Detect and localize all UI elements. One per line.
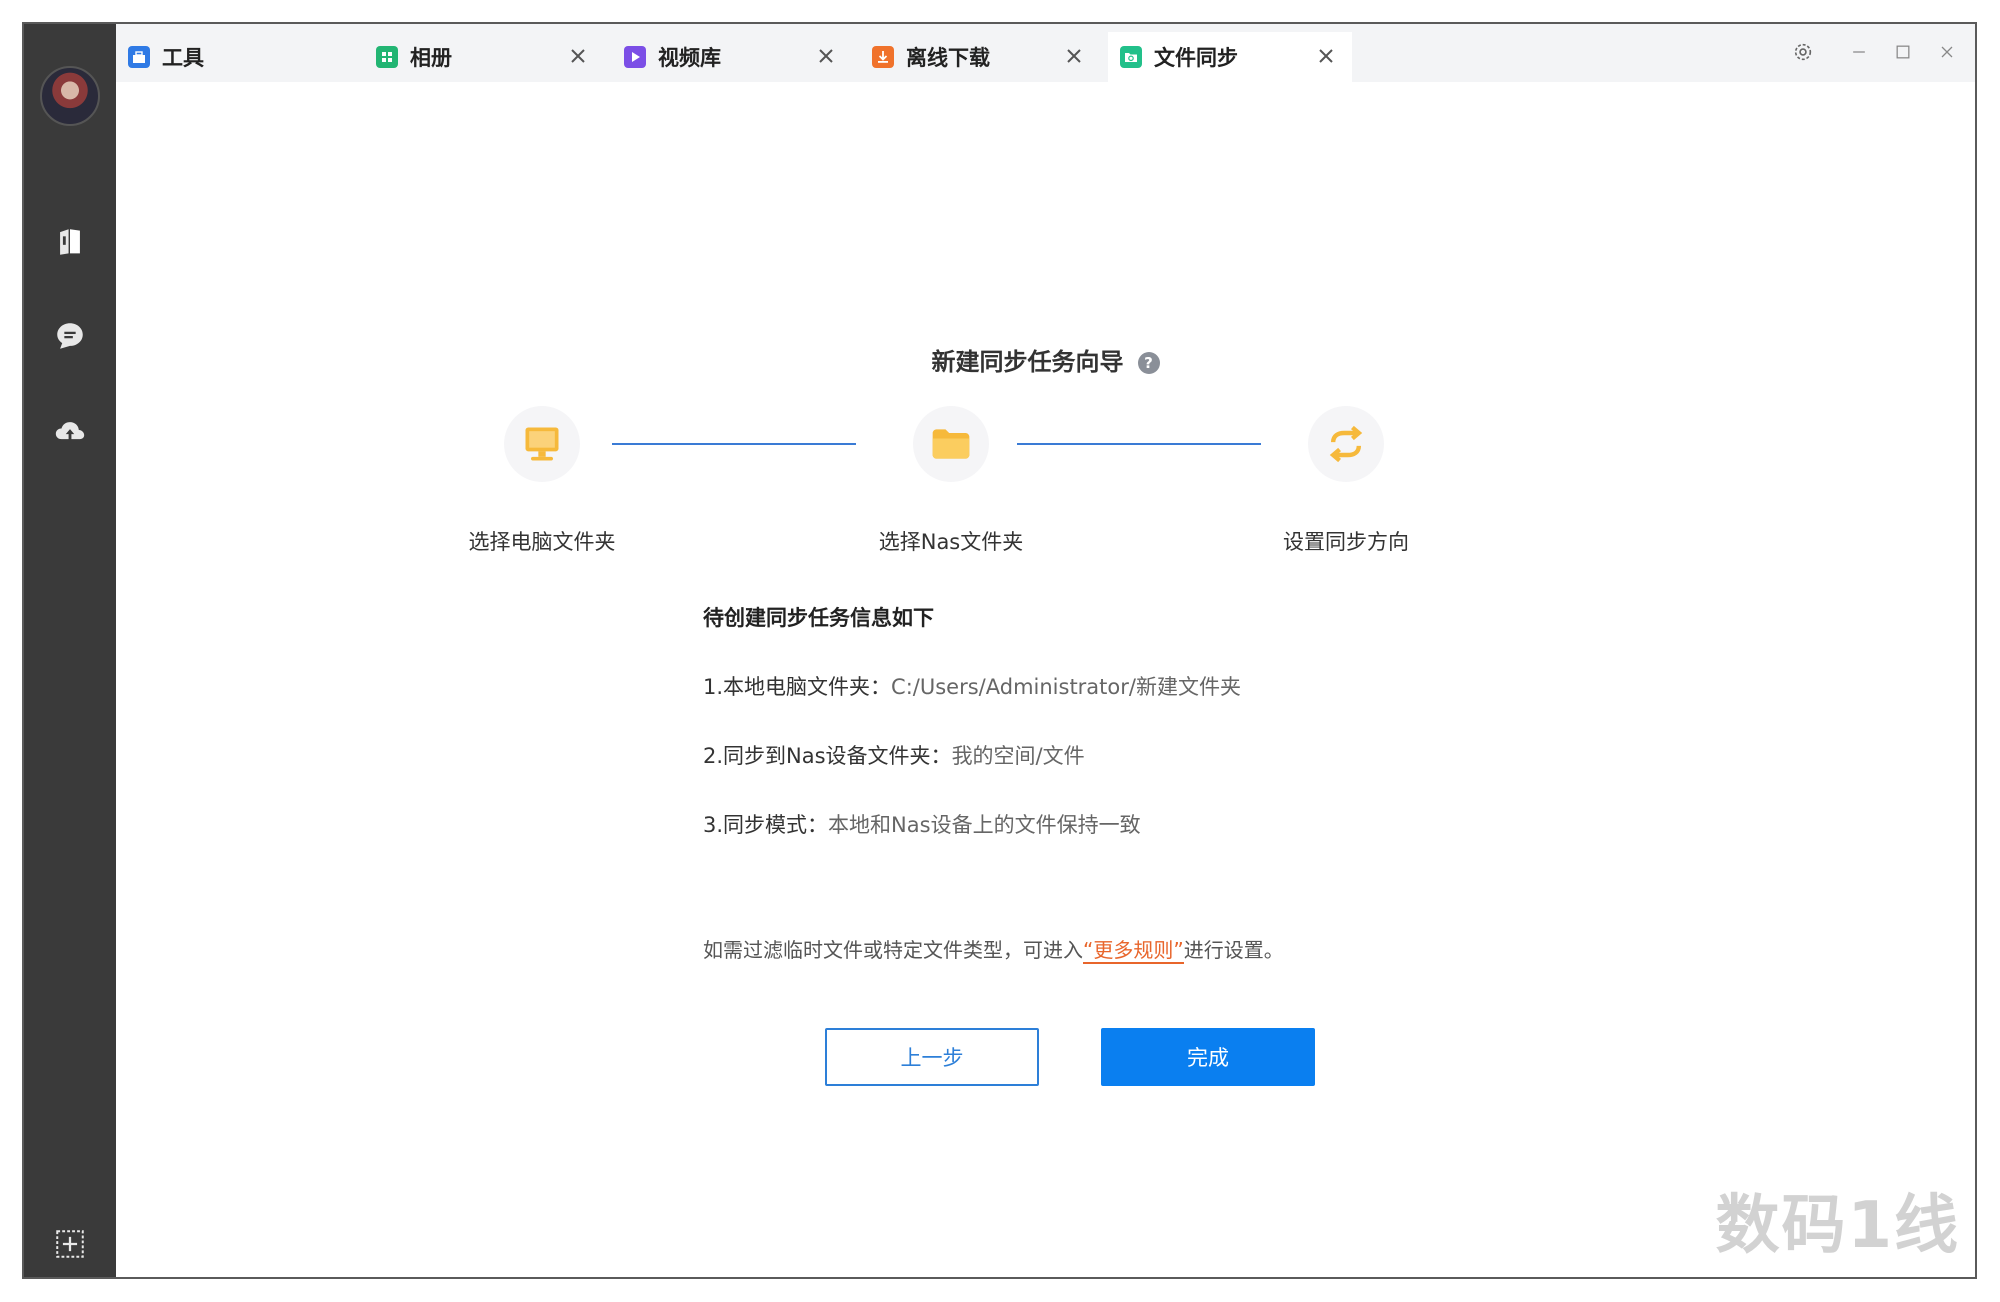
- info-label: 2.同步到Nas设备文件夹：: [703, 744, 952, 768]
- sidebar: [24, 24, 116, 1277]
- help-icon[interactable]: ?: [1138, 352, 1160, 374]
- previous-step-button[interactable]: 上一步: [825, 1028, 1039, 1086]
- close-icon[interactable]: [566, 44, 590, 68]
- step-label-computer: 选择电脑文件夹: [422, 526, 662, 556]
- info-label: 3.同步模式：: [703, 813, 828, 837]
- download-icon: [872, 46, 894, 68]
- step-connector: [612, 443, 856, 445]
- chat-icon[interactable]: [46, 312, 94, 360]
- tab-album[interactable]: 相册: [364, 32, 604, 82]
- info-value: 我的空间/文件: [952, 744, 1085, 768]
- tab-label: 文件同步: [1154, 42, 1238, 72]
- app-window: 工具 相册 视频库 离线下载 文件同步: [22, 22, 1977, 1279]
- book-icon[interactable]: [46, 218, 94, 266]
- watermark: 数码1线: [1715, 1174, 1960, 1266]
- add-icon[interactable]: [46, 1220, 94, 1268]
- close-icon[interactable]: [814, 44, 838, 68]
- video-icon: [624, 46, 646, 68]
- info-row-local-folder: 1.本地电脑文件夹：C:/Users/Administrator/新建文件夹: [703, 671, 1241, 701]
- window-close-icon[interactable]: [1933, 38, 1961, 66]
- info-value: C:/Users/Administrator/新建文件夹: [891, 675, 1241, 699]
- finish-button[interactable]: 完成: [1101, 1028, 1315, 1086]
- tab-label: 视频库: [658, 42, 721, 72]
- step-nas-folder-icon: [913, 406, 989, 482]
- monitor-icon: [520, 422, 564, 466]
- close-icon[interactable]: [1062, 44, 1086, 68]
- tab-offline-download[interactable]: 离线下载: [860, 32, 1100, 82]
- tab-label: 相册: [410, 42, 452, 72]
- info-row-sync-mode: 3.同步模式：本地和Nas设备上的文件保持一致: [703, 809, 1141, 839]
- note-suffix: 进行设置。: [1184, 938, 1284, 962]
- info-value: 本地和Nas设备上的文件保持一致: [828, 813, 1141, 837]
- info-label: 1.本地电脑文件夹：: [703, 675, 891, 699]
- wizard-title-row: 新建同步任务向导?: [116, 342, 1975, 377]
- album-icon: [376, 46, 398, 68]
- tab-bar: 工具 相册 视频库 离线下载 文件同步: [116, 24, 1975, 82]
- tab-video-library[interactable]: 视频库: [612, 32, 852, 82]
- settings-icon[interactable]: [1789, 38, 1817, 66]
- step-computer-folder-icon: [504, 406, 580, 482]
- tab-tools[interactable]: 工具: [116, 32, 356, 82]
- note-prefix: 如需过滤临时文件或特定文件类型，可进入: [703, 938, 1083, 962]
- avatar[interactable]: [40, 66, 100, 126]
- toolbox-icon: [128, 46, 150, 68]
- step-label-direction: 设置同步方向: [1226, 526, 1466, 556]
- tab-file-sync[interactable]: 文件同步: [1108, 32, 1352, 82]
- step-connector: [1017, 443, 1261, 445]
- step-sync-direction-icon: [1308, 406, 1384, 482]
- minimize-icon[interactable]: [1845, 38, 1873, 66]
- file-sync-icon: [1120, 46, 1142, 68]
- info-title: 待创建同步任务信息如下: [703, 602, 934, 632]
- info-row-nas-folder: 2.同步到Nas设备文件夹：我的空间/文件: [703, 740, 1085, 770]
- folder-icon: [929, 422, 973, 466]
- wizard-title: 新建同步任务向导: [932, 348, 1124, 376]
- close-icon[interactable]: [1314, 44, 1338, 68]
- sync-icon: [1324, 422, 1368, 466]
- maximize-icon[interactable]: [1889, 38, 1917, 66]
- main-content: 新建同步任务向导? 选择电脑文件夹 选择Nas文件夹 设置同步方向 待创建同步任…: [116, 82, 1975, 1277]
- filter-note: 如需过滤临时文件或特定文件类型，可进入“更多规则”进行设置。: [703, 934, 1284, 963]
- tab-label: 工具: [162, 42, 204, 72]
- cloud-upload-icon[interactable]: [46, 408, 94, 456]
- step-label-nas: 选择Nas文件夹: [831, 526, 1071, 556]
- more-rules-link[interactable]: “更多规则”: [1083, 938, 1184, 964]
- tab-label: 离线下载: [906, 42, 990, 72]
